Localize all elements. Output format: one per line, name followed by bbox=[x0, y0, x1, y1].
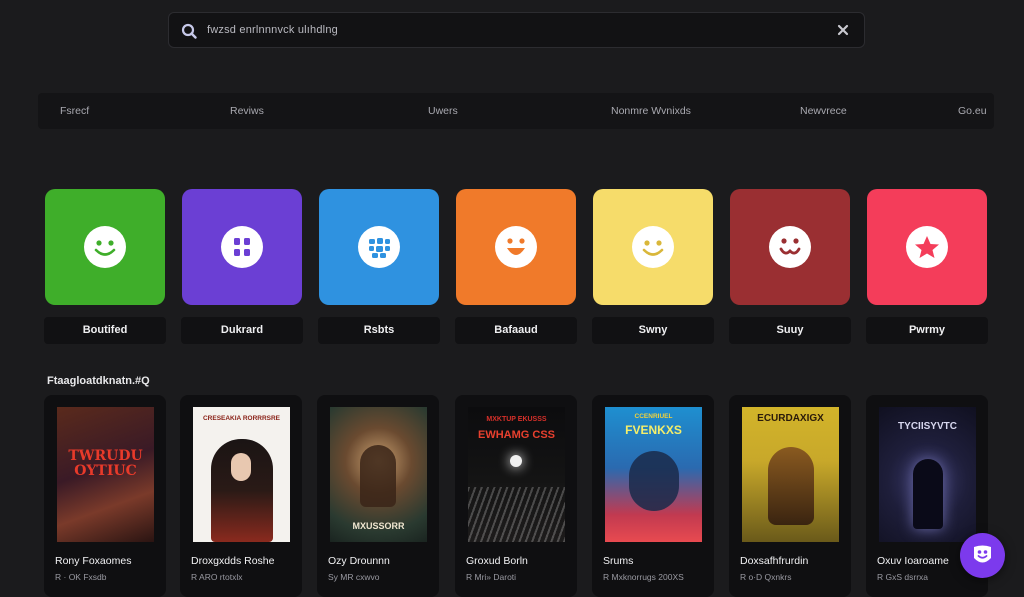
movie-meta: R · OK Fxsdb bbox=[55, 572, 107, 582]
poster-title: TYCIISYVTC bbox=[898, 421, 957, 432]
assistant-button[interactable] bbox=[960, 533, 1005, 578]
tab-1[interactable]: Fsrecf bbox=[60, 93, 89, 129]
bot-icon bbox=[974, 545, 991, 563]
movie-title: Droxgxdds Roshe bbox=[191, 555, 275, 567]
mood-tile-7[interactable] bbox=[867, 189, 987, 305]
movie-card-1[interactable]: TWRUDU OYTIUC Rony Foxaomes R · OK Fxsdb bbox=[44, 395, 166, 597]
movie-poster: TWRUDU OYTIUC bbox=[57, 407, 154, 542]
movie-card-4[interactable]: MXKTUP EKUSSS EWHAMG CSS Groxud Borln R … bbox=[455, 395, 577, 597]
movie-poster: TYCIISYVTC bbox=[879, 407, 976, 542]
close-icon bbox=[837, 24, 849, 36]
category-tabs: Fsrecf Reviws Uwers Nonmre Wvnixds Newvr… bbox=[38, 93, 994, 129]
movie-meta: R ARO rtotxlx bbox=[191, 572, 243, 582]
mood-tile-2[interactable] bbox=[182, 189, 302, 305]
search-bar[interactable]: fwzsd enrlnnnvck ulıhdlng bbox=[168, 12, 865, 48]
movie-poster: MXUSSORR bbox=[330, 407, 427, 542]
grin-icon bbox=[495, 226, 537, 268]
poster-title: EWHAMG CSS bbox=[478, 429, 555, 441]
poster-figure bbox=[360, 445, 396, 507]
poster-title: TWRUDU OYTIUC bbox=[68, 448, 143, 479]
mood-label-1[interactable]: Boutifed bbox=[44, 317, 166, 344]
movie-card-5[interactable]: CCENRIUEL FVENKXS Srums R Mxknorrugs 200… bbox=[592, 395, 714, 597]
tab-4[interactable]: Nonmre Wvnixds bbox=[611, 93, 691, 129]
mood-tile-4[interactable] bbox=[456, 189, 576, 305]
poster-ground bbox=[468, 487, 565, 542]
smile-icon bbox=[632, 226, 674, 268]
poster-glow bbox=[510, 455, 522, 467]
movie-card-3[interactable]: MXUSSORR Ozy Drounnn Sy MR cxwvo bbox=[317, 395, 439, 597]
tab-6[interactable]: Go.eu bbox=[958, 93, 987, 129]
movie-title: Doxsafhfrurdin bbox=[740, 555, 809, 567]
poster-title: CRESEAKIA RORRRSRE bbox=[202, 415, 281, 422]
poster-tagline: MXKTUP EKUSSS bbox=[486, 416, 547, 423]
movie-meta: R Mxknorrugs 200XS bbox=[603, 572, 684, 582]
smile-icon bbox=[84, 226, 126, 268]
mood-tile-1[interactable] bbox=[45, 189, 165, 305]
mood-tile-3[interactable] bbox=[319, 189, 439, 305]
search-input[interactable]: fwzsd enrlnnnvck ulıhdlng bbox=[207, 13, 338, 47]
poster-figure bbox=[913, 459, 943, 529]
movie-poster: ECURDAXIGX bbox=[742, 407, 839, 542]
grid-face-icon bbox=[221, 226, 263, 268]
tab-2[interactable]: Reviws bbox=[230, 93, 264, 129]
clear-search-button[interactable] bbox=[834, 21, 852, 39]
movie-card-6[interactable]: ECURDAXIGX Doxsafhfrurdin R o·D Qxnkrs bbox=[729, 395, 851, 597]
poster-figure bbox=[768, 447, 814, 525]
movie-meta: R GxS dsrrxa bbox=[877, 572, 929, 582]
movie-title: Groxud Borln bbox=[466, 555, 528, 567]
star-icon bbox=[906, 226, 948, 268]
mood-tile-6[interactable] bbox=[730, 189, 850, 305]
movie-meta: R Mri» Daroti bbox=[466, 572, 517, 582]
movie-title: Rony Foxaomes bbox=[55, 555, 132, 567]
poster-tagline: CCENRIUEL bbox=[634, 413, 673, 420]
poster-title: MXUSSORR bbox=[352, 521, 405, 531]
movie-title: Srums bbox=[603, 555, 634, 567]
mood-label-3[interactable]: Rsbts bbox=[318, 317, 440, 344]
movie-meta: R o·D Qxnkrs bbox=[740, 572, 792, 582]
poster-title: ECURDAXIGX bbox=[757, 413, 824, 424]
movie-poster: CRESEAKIA RORRRSRE bbox=[193, 407, 290, 542]
search-icon bbox=[181, 23, 197, 39]
mood-label-7[interactable]: Pwrmy bbox=[866, 317, 988, 344]
poster-figure bbox=[629, 451, 679, 511]
grin-icon bbox=[769, 226, 811, 268]
mood-label-4[interactable]: Bafaaud bbox=[455, 317, 577, 344]
movie-title: Ozy Drounnn bbox=[328, 555, 390, 567]
movie-poster: CCENRIUEL FVENKXS bbox=[605, 407, 702, 542]
poster-title: FVENKXS bbox=[625, 423, 682, 437]
tab-3[interactable]: Uwers bbox=[428, 93, 458, 129]
section-title: Ftaagloatdknatn.#Q bbox=[47, 375, 150, 387]
mood-label-2[interactable]: Dukrard bbox=[181, 317, 303, 344]
movie-poster: MXKTUP EKUSSS EWHAMG CSS bbox=[468, 407, 565, 542]
mood-label-5[interactable]: Swny bbox=[592, 317, 714, 344]
mood-label-6[interactable]: Suuy bbox=[729, 317, 851, 344]
poster-face bbox=[231, 453, 251, 481]
movie-meta: Sy MR cxwvo bbox=[328, 572, 380, 582]
movie-title: Oxuv Ioaroame bbox=[877, 555, 949, 567]
movie-card-2[interactable]: CRESEAKIA RORRRSRE Droxgxdds Roshe R ARO… bbox=[180, 395, 302, 597]
tab-5[interactable]: Newvrece bbox=[800, 93, 847, 129]
pattern-face-icon bbox=[358, 226, 400, 268]
mood-tile-5[interactable] bbox=[593, 189, 713, 305]
